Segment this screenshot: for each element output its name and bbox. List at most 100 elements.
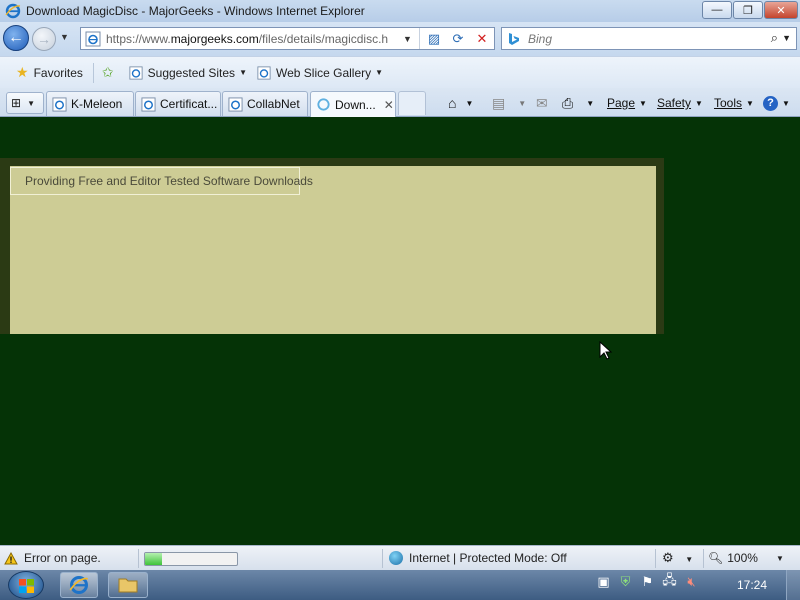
status-separator bbox=[138, 549, 139, 568]
progress-fill bbox=[145, 553, 162, 565]
chevron-down-icon[interactable]: ▼ bbox=[685, 555, 693, 564]
minimize-button[interactable]: — bbox=[702, 1, 732, 19]
popup-blocker-button[interactable]: ⚙ ▼ bbox=[662, 550, 693, 566]
status-bar: Error on page. Internet | Protected Mode… bbox=[0, 545, 800, 570]
printer-icon: ⎙ bbox=[562, 94, 574, 111]
zoom-level-text: 100% bbox=[727, 551, 758, 565]
search-bar[interactable]: Bing ⌕ ▼ bbox=[501, 27, 797, 50]
mail-icon: ✉ bbox=[536, 94, 548, 111]
navigation-bar: ← → ▼ https://www.majorgeeks.com/files/d… bbox=[0, 22, 800, 56]
error-status[interactable]: Error on page. bbox=[4, 551, 101, 565]
chevron-down-icon: ▼ bbox=[239, 68, 247, 77]
taskbar-internet-explorer[interactable] bbox=[60, 572, 98, 598]
windows-taskbar: ▣ ⛨ ⚑ 🖧︎ 🔇︎ 17:24 bbox=[0, 570, 800, 600]
favorites-button[interactable]: ★ Favorites bbox=[16, 64, 83, 81]
tab-list-dropdown-icon[interactable]: ▼ bbox=[27, 99, 35, 108]
close-window-button[interactable]: ✕ bbox=[764, 1, 798, 19]
vertical-scrollbar[interactable] bbox=[784, 117, 800, 545]
security-zone[interactable]: Internet | Protected Mode: Off bbox=[389, 551, 567, 565]
address-dropdown-icon[interactable]: ▼ bbox=[403, 34, 412, 44]
warning-icon bbox=[4, 551, 18, 564]
action-center-flag-icon[interactable]: ⚑ bbox=[640, 574, 655, 589]
url-text[interactable]: https://www.majorgeeks.com/files/details… bbox=[106, 32, 406, 46]
start-button[interactable] bbox=[8, 571, 44, 599]
title-bar: Download MagicDisc - MajorGeeks - Window… bbox=[0, 0, 800, 22]
zoom-magnifier-icon: 🔍︎ bbox=[708, 551, 724, 565]
folder-icon bbox=[118, 578, 138, 593]
volume-muted-icon[interactable]: 🔇︎ bbox=[684, 574, 699, 589]
add-to-favorites-bar-button[interactable]: ✩ bbox=[102, 64, 119, 81]
network-icon[interactable]: 🖧︎ bbox=[662, 572, 677, 589]
tab-k-meleon[interactable]: K-Meleon bbox=[46, 91, 134, 116]
chevron-down-icon: ▼ bbox=[746, 98, 754, 108]
close-tab-icon[interactable]: ✕ bbox=[384, 98, 394, 112]
quick-tabs-grid-icon: ⊞ bbox=[11, 96, 22, 110]
safety-menu-label: Safety bbox=[657, 96, 692, 110]
home-button[interactable]: ⌂ ▼ bbox=[448, 93, 473, 113]
rss-feed-icon: ▤ bbox=[492, 94, 506, 111]
search-options-dropdown-icon[interactable]: ▼ bbox=[782, 33, 791, 43]
security-shield-icon[interactable]: ⛨ bbox=[618, 574, 633, 589]
favorites-separator bbox=[92, 62, 94, 83]
internet-explorer-icon bbox=[69, 576, 88, 594]
tab-collabnet[interactable]: CollabNet bbox=[222, 91, 308, 116]
status-separator bbox=[382, 549, 383, 568]
favorites-star-icon: ★ bbox=[16, 64, 29, 80]
error-status-text: Error on page. bbox=[24, 551, 101, 565]
page-menu-label: Page bbox=[607, 96, 636, 110]
recent-pages-dropdown[interactable]: ▼ bbox=[60, 32, 69, 42]
search-input[interactable]: Bing bbox=[528, 32, 552, 46]
status-separator bbox=[655, 549, 656, 568]
tab-label: Down... bbox=[335, 97, 376, 112]
zoom-control[interactable]: 🔍︎ 100% ▼ bbox=[708, 551, 784, 565]
tab-label: CollabNet bbox=[247, 97, 300, 111]
chevron-down-icon[interactable]: ▼ bbox=[776, 554, 784, 563]
show-desktop-button[interactable] bbox=[786, 570, 800, 600]
web-slice-page-icon bbox=[257, 65, 271, 80]
help-menu[interactable]: ? ▼ bbox=[763, 93, 790, 113]
banner-placeholder[interactable]: Providing Free and Editor Tested Softwar… bbox=[10, 167, 313, 195]
taskbar-windows-explorer[interactable] bbox=[108, 572, 148, 598]
tab-label: Certificat... bbox=[160, 97, 218, 111]
chevron-down-icon: ▼ bbox=[695, 98, 703, 108]
web-slice-gallery-label: Web Slice Gallery bbox=[275, 65, 372, 80]
document-tray-icon[interactable]: ▣ bbox=[596, 574, 611, 589]
stop-icon[interactable]: ✕ bbox=[471, 30, 493, 47]
address-bar[interactable]: https://www.majorgeeks.com/files/details… bbox=[80, 27, 495, 50]
new-tab-button[interactable] bbox=[398, 91, 426, 115]
tab-label: K-Meleon bbox=[71, 97, 123, 111]
maximize-button[interactable]: ❐ bbox=[733, 1, 763, 19]
compatibility-view-icon[interactable]: ▨ bbox=[423, 30, 445, 47]
help-icon: ? bbox=[763, 95, 778, 111]
clock[interactable]: 17:24 bbox=[737, 578, 767, 592]
safety-menu[interactable]: Safety ▼ bbox=[657, 93, 703, 113]
back-button[interactable]: ← bbox=[3, 25, 29, 51]
page-ie-icon bbox=[85, 31, 101, 46]
tab-ie-page-icon bbox=[52, 96, 67, 112]
chevron-down-icon: ▼ bbox=[639, 98, 647, 108]
suggested-sites-link[interactable]: Suggested Sites ▼ bbox=[129, 66, 247, 80]
page-menu[interactable]: Page ▼ bbox=[607, 93, 647, 113]
tab-download-active[interactable]: Down... ✕ bbox=[310, 91, 396, 117]
window-controls: — ❐ ✕ bbox=[702, 1, 798, 19]
tab-ie-page-icon bbox=[228, 96, 243, 112]
status-separator bbox=[703, 549, 704, 568]
tab-certificat[interactable]: Certificat... bbox=[135, 91, 221, 116]
add-favorite-icon: ✩ bbox=[101, 64, 114, 80]
print-button[interactable]: ⎙ ▼ bbox=[562, 93, 594, 113]
tools-menu[interactable]: Tools ▼ bbox=[714, 93, 754, 113]
refresh-icon[interactable]: ⟳ bbox=[447, 30, 469, 47]
system-tray: ▣ ⛨ ⚑ 🖧︎ 🔇︎ bbox=[596, 572, 699, 589]
chevron-down-icon[interactable]: ▼ bbox=[465, 99, 473, 108]
web-slice-gallery-link[interactable]: Web Slice Gallery ▼ bbox=[257, 66, 383, 80]
read-mail-button[interactable]: ✉ bbox=[536, 93, 551, 113]
chevron-down-icon[interactable]: ▼ bbox=[518, 99, 526, 108]
mouse-cursor-icon bbox=[599, 341, 613, 360]
quick-tabs-button[interactable]: ⊞ ▼ bbox=[6, 92, 44, 114]
window-title: Download MagicDisc - MajorGeeks - Window… bbox=[26, 4, 365, 18]
favorites-bar: ★ Favorites ✩ Suggested Sites ▼ Web Slic… bbox=[0, 56, 800, 88]
search-icon[interactable]: ⌕ bbox=[771, 30, 778, 46]
chevron-down-icon[interactable]: ▼ bbox=[586, 99, 594, 108]
feeds-button[interactable]: ▤ ▼ bbox=[492, 93, 526, 113]
forward-button[interactable]: → bbox=[32, 27, 56, 51]
